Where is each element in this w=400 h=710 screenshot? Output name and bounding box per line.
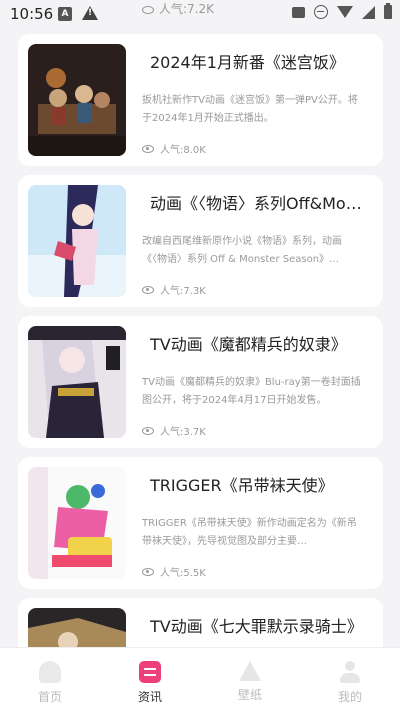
nav-label: 首页 — [37, 690, 62, 704]
battery-icon — [384, 3, 392, 19]
news-card[interactable]: 2024年1月新番《迷宫饭》 扳机社新作TV动画《迷宫饭》第一弹PV公开。将于2… — [18, 34, 383, 166]
partial-item-popularity: 人气:7.2K — [142, 0, 214, 17]
nav-label: 资讯 — [137, 690, 162, 704]
news-thumbnail[interactable] — [28, 44, 126, 156]
wallpaper-icon — [239, 661, 261, 681]
eye-icon — [142, 144, 154, 153]
briefcase-icon — [292, 6, 305, 18]
eye-icon — [142, 426, 154, 435]
eye-icon — [142, 567, 154, 576]
news-thumbnail[interactable] — [28, 467, 126, 579]
news-summary: 扳机社新作TV动画《迷宫饭》第一弹PV公开。将于2024年1月开始正式播出。 — [142, 95, 358, 124]
news-popularity: 人气:5.5K — [142, 564, 206, 579]
a-notification-label: A — [61, 9, 69, 19]
wifi-icon — [337, 6, 353, 18]
news-card[interactable]: TV动画《魔都精兵的奴隶》 TV动画《魔都精兵的奴隶》Blu-ray第一卷封面插… — [18, 316, 383, 448]
news-card[interactable]: 动画《〈物语〉系列Off&Monster Season》 改编自西尾维新原作小说… — [18, 175, 383, 307]
status-time: 10:56 — [10, 5, 54, 23]
news-summary: TRIGGER《吊带袜天使》新作动画定名为《新吊带袜天使》，先导视觉图及部分主要… — [142, 518, 357, 547]
news-popularity: 人气:3.7K — [142, 423, 206, 438]
news-icon — [139, 661, 161, 683]
bottom-nav: 首页 资讯 壁纸 我的 — [0, 647, 400, 710]
do-not-disturb-icon — [314, 5, 328, 19]
news-title[interactable]: 动画《〈物语〉系列Off&Monster Season》 — [150, 190, 365, 214]
home-icon — [39, 661, 61, 683]
warning-icon-label: ! — [88, 8, 93, 18]
popularity-text: 人气:3.7K — [160, 427, 206, 438]
news-title[interactable]: TV动画《魔都精兵的奴隶》 — [150, 331, 365, 355]
news-thumbnail[interactable] — [28, 185, 126, 297]
news-popularity: 人气:7.3K — [142, 282, 206, 297]
popularity-text: 人气:5.5K — [160, 568, 206, 579]
status-bar: 10:56 A ! 人气:7.2K — [0, 0, 400, 30]
system-icons — [292, 3, 392, 19]
signal-icon — [362, 5, 375, 19]
nav-news[interactable]: 资讯 — [100, 648, 200, 710]
nav-label: 壁纸 — [237, 688, 262, 702]
news-popularity: 人气:8.0K — [142, 141, 206, 156]
news-title[interactable]: TRIGGER《吊带袜天使》 — [150, 472, 365, 496]
news-summary: 改编自西尾维新原作小说《物语》系列，动画《〈物语〉系列 Off & Monste… — [142, 236, 342, 265]
partial-popularity-text: 人气:7.2K — [159, 2, 214, 16]
nav-wallpaper[interactable]: 壁纸 — [200, 648, 300, 710]
eye-icon — [142, 285, 154, 294]
popularity-text: 人气:7.3K — [160, 286, 206, 297]
popularity-text: 人气:8.0K — [160, 145, 206, 156]
nav-label: 我的 — [337, 690, 362, 704]
eye-icon — [142, 5, 154, 14]
nav-home[interactable]: 首页 — [0, 648, 100, 710]
news-card[interactable]: TRIGGER《吊带袜天使》 TRIGGER《吊带袜天使》新作动画定名为《新吊带… — [18, 457, 383, 589]
news-thumbnail[interactable] — [28, 326, 126, 438]
warning-icon: ! — [82, 6, 98, 20]
a-notification-icon: A — [58, 7, 72, 21]
user-icon — [339, 661, 361, 683]
nav-me[interactable]: 我的 — [300, 648, 400, 710]
news-summary: TV动画《魔都精兵的奴隶》Blu-ray第一卷封面插图公开，将于2024年4月1… — [142, 377, 361, 406]
news-title[interactable]: 2024年1月新番《迷宫饭》 — [150, 49, 365, 73]
news-title[interactable]: TV动画《七大罪默示录骑士》 — [150, 613, 365, 637]
